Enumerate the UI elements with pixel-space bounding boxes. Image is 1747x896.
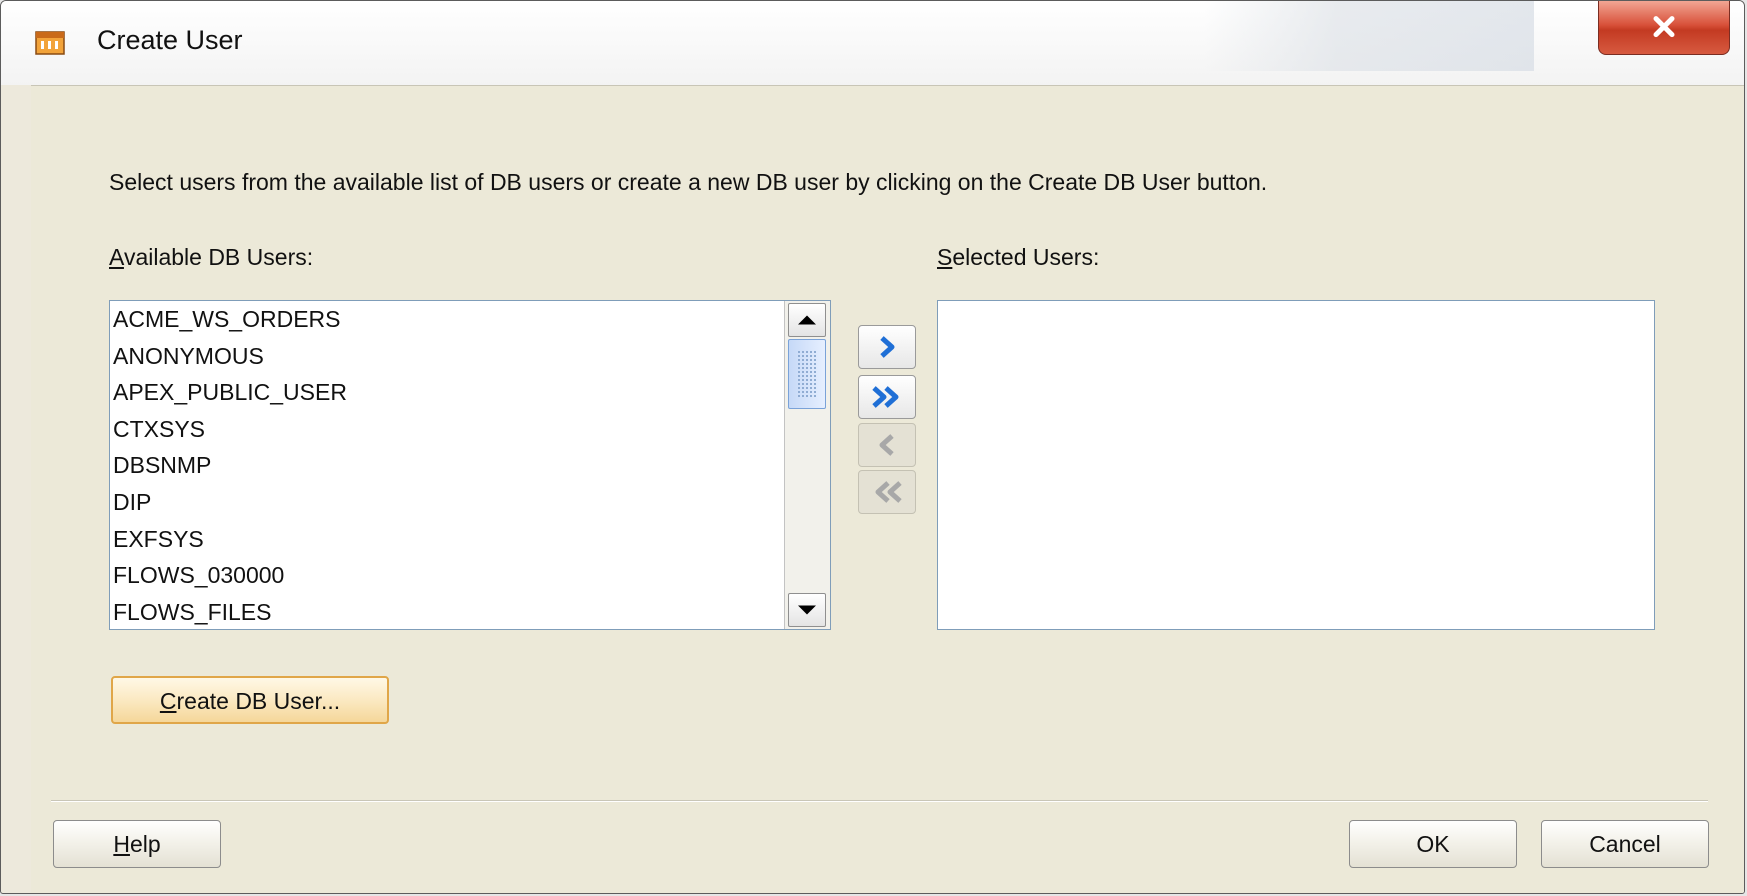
available-user-item[interactable]: APEX_PUBLIC_USER: [110, 374, 782, 411]
create-db-user-mnemonic: C: [159, 688, 177, 714]
separator: [51, 800, 1708, 802]
move-all-right-button[interactable]: [858, 375, 916, 419]
selected-users-label-text: elected Users:: [952, 244, 1100, 270]
available-users-listbox[interactable]: ACME_WS_ORDERS ANONYMOUS APEX_PUBLIC_USER C…: [109, 300, 831, 630]
create-db-user-button[interactable]: Create DB User...: [111, 676, 389, 724]
grip-icon: [797, 350, 817, 398]
up-arrow-icon: [798, 315, 816, 325]
move-right-button[interactable]: [858, 325, 916, 369]
background-window-ghost: [1204, 1, 1534, 71]
move-all-left-button[interactable]: [858, 470, 916, 514]
title-bar[interactable]: Create User: [1, 1, 1744, 85]
close-button[interactable]: [1598, 1, 1730, 55]
help-text: elp: [129, 831, 161, 857]
create-db-user-text: reate DB User...: [176, 688, 341, 714]
available-user-item[interactable]: DBSNMP: [110, 447, 782, 484]
create-user-dialog: Create User Select users from the availa…: [0, 0, 1745, 894]
available-user-item[interactable]: ANONYMOUS: [110, 338, 782, 375]
dialog-content: Select users from the available list of …: [31, 85, 1744, 893]
help-mnemonic: H: [113, 831, 130, 857]
available-users-label-mnemonic: A: [109, 244, 124, 270]
close-icon: [1653, 15, 1675, 37]
ok-button[interactable]: OK: [1349, 820, 1517, 868]
move-left-icon: [879, 434, 894, 456]
available-users-label: Available DB Users:: [109, 244, 313, 271]
selected-users-label-mnemonic: S: [937, 244, 953, 270]
available-user-item[interactable]: CTXSYS: [110, 411, 782, 448]
down-arrow-icon: [798, 605, 816, 615]
available-user-item[interactable]: ACME_WS_ORDERS: [110, 301, 782, 338]
help-button[interactable]: Help: [53, 820, 221, 868]
move-left-button[interactable]: [858, 423, 916, 467]
vertical-scrollbar[interactable]: [784, 301, 830, 629]
selected-users-listbox[interactable]: [937, 300, 1655, 630]
selected-users-label: Selected Users:: [937, 244, 1099, 271]
available-user-item[interactable]: EXFSYS: [110, 521, 782, 558]
scroll-up-button[interactable]: [788, 303, 826, 337]
app-icon: [35, 31, 65, 55]
available-users-list[interactable]: ACME_WS_ORDERS ANONYMOUS APEX_PUBLIC_USER C…: [110, 301, 782, 629]
available-user-item[interactable]: FLOWS_030000: [110, 557, 782, 594]
move-all-right-icon: [872, 386, 899, 408]
cancel-button[interactable]: Cancel: [1541, 820, 1709, 868]
available-user-item[interactable]: FLOWS_FILES: [110, 594, 782, 629]
move-all-left-icon: [875, 481, 902, 503]
move-right-icon: [880, 336, 895, 358]
scroll-down-button[interactable]: [788, 593, 826, 627]
available-user-item[interactable]: DIP: [110, 484, 782, 521]
instruction-text: Select users from the available list of …: [109, 169, 1268, 195]
window-title: Create User: [97, 25, 243, 55]
scroll-thumb[interactable]: [788, 339, 826, 409]
available-users-label-text: vailable DB Users:: [123, 244, 314, 270]
